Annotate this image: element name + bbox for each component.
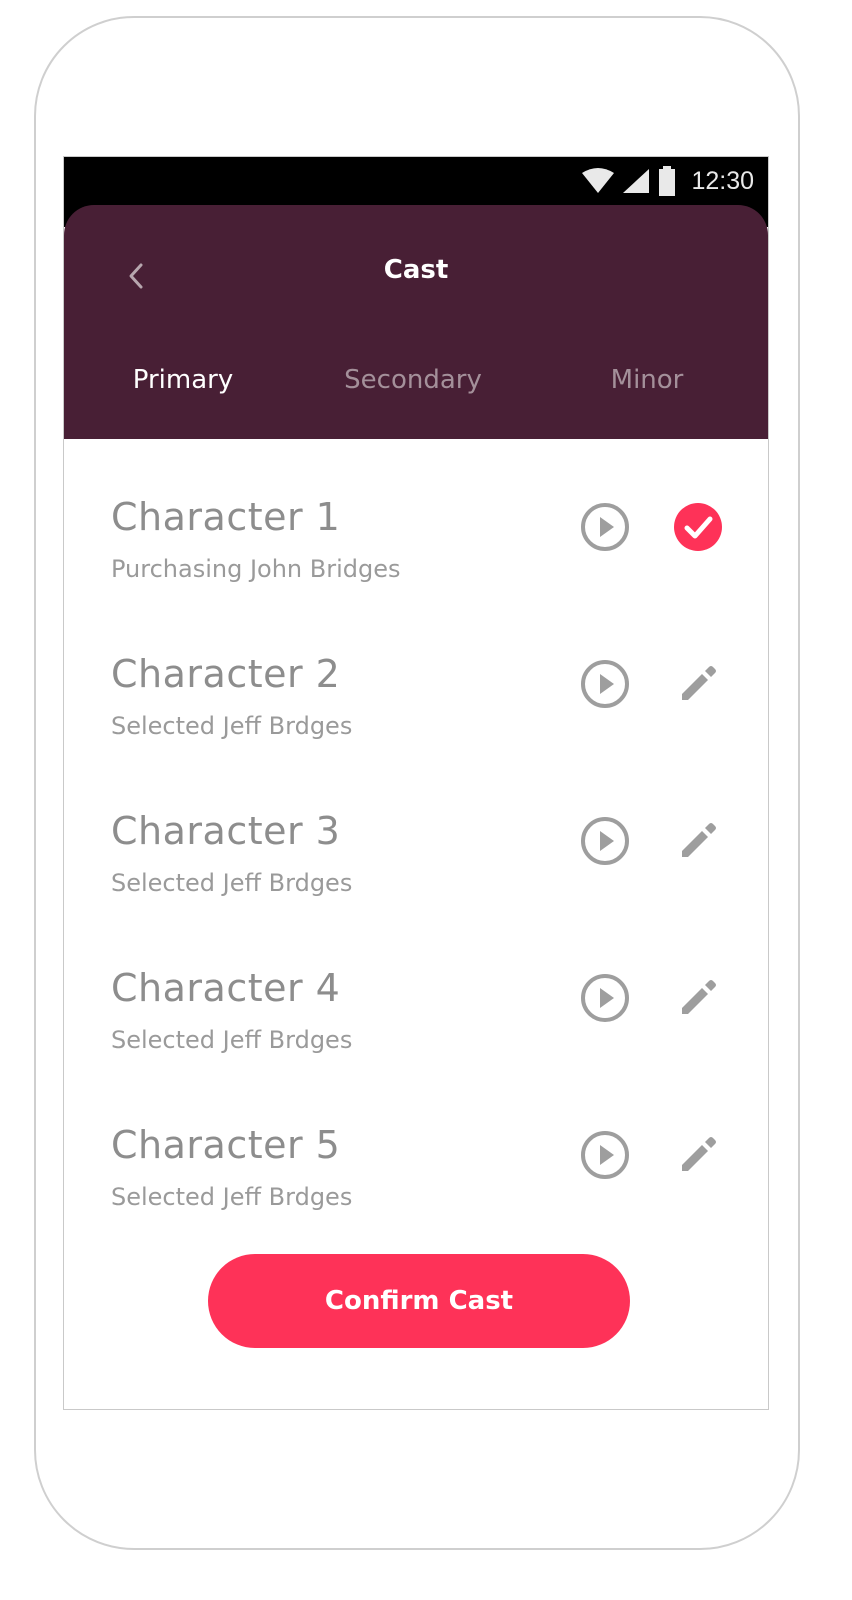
check-circle-icon [674, 503, 722, 551]
character-name: Character 2 [111, 652, 341, 696]
selected-check-button[interactable] [672, 501, 724, 553]
app-header: Cast Primary Secondary Minor [64, 205, 768, 439]
character-name: Character 3 [111, 809, 341, 853]
list-item: Character 3 Selected Jeff Brdges [64, 753, 768, 910]
play-icon[interactable] [579, 815, 631, 867]
character-status: Purchasing John Bridges [111, 555, 401, 583]
character-status: Selected Jeff Brdges [111, 1183, 353, 1211]
list-item: Character 2 Selected Jeff Brdges [64, 596, 768, 753]
chevron-left-icon [129, 263, 143, 289]
confirm-cast-button[interactable]: Confirm Cast [208, 1254, 630, 1348]
character-status: Selected Jeff Brdges [111, 1026, 353, 1054]
edit-button[interactable] [672, 972, 724, 1024]
tab-primary[interactable]: Primary [133, 365, 233, 395]
page-title: Cast [383, 255, 449, 285]
list-item: Character 4 Selected Jeff Brdges [64, 910, 768, 1067]
play-icon[interactable] [579, 1129, 631, 1181]
list-item: Character 5 Selected Jeff Brdges [64, 1067, 768, 1224]
edit-button[interactable] [672, 1129, 724, 1181]
pencil-icon [682, 666, 716, 700]
battery-icon [659, 166, 676, 196]
app-screen: 12:30 Cast Primary Secondary Minor Chara… [63, 156, 769, 1410]
back-button[interactable] [116, 251, 156, 301]
tab-bar: Primary Secondary Minor [64, 365, 768, 421]
character-name: Character 5 [111, 1123, 341, 1167]
play-icon[interactable] [579, 972, 631, 1024]
edit-button[interactable] [672, 658, 724, 710]
tab-minor[interactable]: Minor [611, 365, 684, 395]
pencil-icon [682, 980, 716, 1014]
character-name: Character 1 [111, 495, 341, 539]
character-status: Selected Jeff Brdges [111, 712, 353, 740]
edit-button[interactable] [672, 815, 724, 867]
status-icons: 12:30 [581, 163, 754, 199]
pencil-icon [682, 1137, 716, 1171]
list-item: Character 1 Purchasing John Bridges [64, 439, 768, 596]
tab-secondary[interactable]: Secondary [344, 365, 482, 395]
play-icon[interactable] [579, 501, 631, 553]
character-status: Selected Jeff Brdges [111, 869, 353, 897]
cellular-signal-icon [623, 169, 650, 193]
wifi-icon [582, 168, 615, 193]
play-icon[interactable] [579, 658, 631, 710]
character-name: Character 4 [111, 966, 341, 1010]
status-time: 12:30 [691, 166, 754, 195]
pencil-icon [682, 823, 716, 857]
